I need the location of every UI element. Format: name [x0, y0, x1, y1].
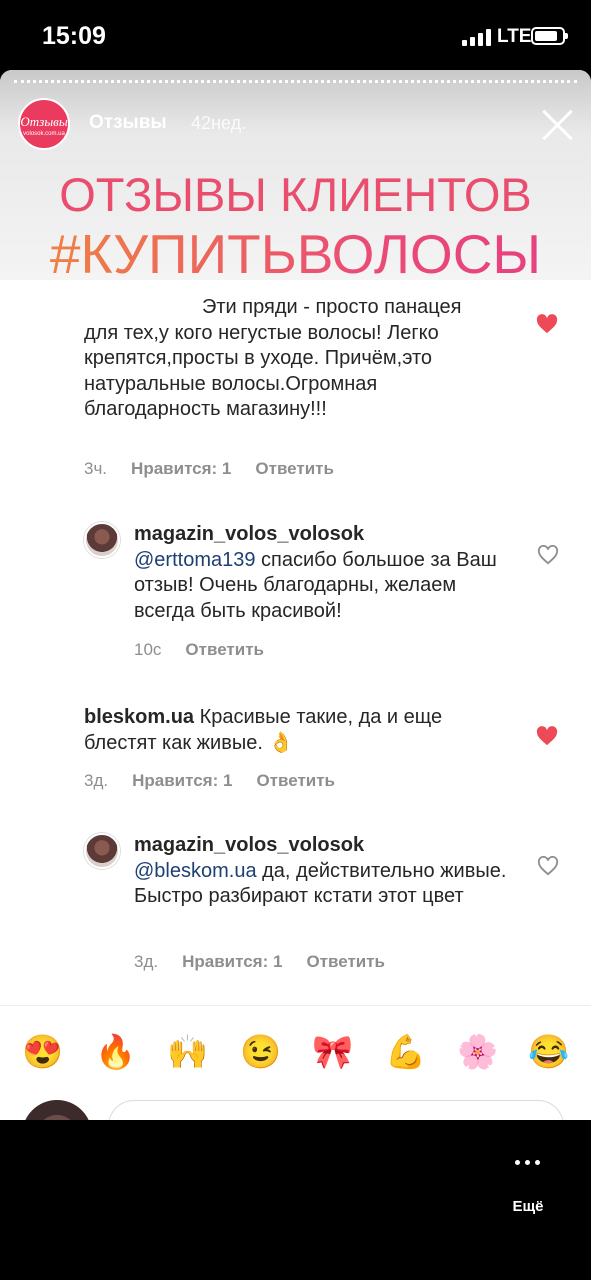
story-progress-bar: [14, 80, 577, 83]
cellular-signal-icon: [462, 28, 492, 46]
comment-input[interactable]: [108, 1100, 564, 1120]
status-bar: 15:09 LTE: [0, 0, 591, 70]
more-label: Ещё: [512, 1198, 544, 1215]
comment-time: 3д.: [84, 771, 109, 790]
comment-username[interactable]: magazin_volos_volosok: [134, 523, 364, 545]
comment-4-meta: 3д. Нравится: 1 Ответить: [134, 952, 409, 972]
emoji-blossom[interactable]: 🌸: [457, 1034, 498, 1070]
headline-hashtag: #КУПИТЬВОЛОСЫ: [0, 227, 591, 282]
reply-button[interactable]: Ответить: [255, 459, 334, 478]
like-count[interactable]: Нравится: 1: [132, 771, 232, 790]
emoji-fire[interactable]: 🔥: [95, 1034, 136, 1070]
story-background: Отзывы volosok.com.ua Отзывы 42нед. ОТЗЫ…: [0, 70, 591, 282]
emoji-flexed-biceps[interactable]: 💪: [385, 1034, 426, 1070]
comment-3-meta: 3д. Нравится: 1 Ответить: [84, 771, 359, 791]
comment-username[interactable]: magazin_volos_volosok: [134, 834, 364, 856]
comment-1-meta: 3ч. Нравится: 1 Ответить: [84, 459, 358, 479]
network-type: LTE: [497, 26, 532, 47]
more-button[interactable]: Ещё: [500, 1156, 556, 1220]
emoji-ribbon[interactable]: 🎀: [312, 1034, 353, 1070]
comment-time: 3д.: [134, 952, 159, 971]
comment-time: 3ч.: [84, 459, 108, 478]
like-count[interactable]: Нравится: 1: [182, 952, 282, 971]
reply-avatar[interactable]: [84, 522, 120, 558]
logo-subtext: volosok.com.ua: [23, 131, 65, 137]
reply-button[interactable]: Ответить: [306, 952, 385, 971]
comment-mention[interactable]: @bleskom.ua: [134, 860, 257, 882]
more-dots-icon: [515, 1160, 541, 1166]
account-avatar[interactable]: Отзывы volosok.com.ua: [18, 98, 70, 150]
reply-button[interactable]: Ответить: [256, 771, 335, 790]
emoji-tears-of-joy[interactable]: 😂: [528, 1034, 569, 1070]
reply-button[interactable]: Ответить: [185, 640, 264, 659]
heart-filled-icon[interactable]: [536, 314, 558, 334]
heart-outline-icon[interactable]: [537, 545, 559, 565]
comments-list: Эти пряди - просто панацея для тех,у ког…: [0, 280, 591, 1005]
heart-filled-icon[interactable]: [536, 726, 558, 746]
comment-4-body: magazin_volos_volosok @bleskom.ua да, де…: [134, 833, 514, 910]
logo-text: Отзывы: [20, 114, 68, 129]
emoji-reaction-bar: 😍 🔥 🙌 😉 🎀 💪 🌸 😂: [0, 1005, 591, 1085]
comment-2-body: magazin_volos_volosok @erttoma139 спасиб…: [134, 522, 514, 624]
like-count[interactable]: Нравится: 1: [131, 459, 231, 478]
comment-1-text: Эти пряди - просто панацея для тех,у ког…: [84, 296, 462, 420]
reply-avatar[interactable]: [84, 833, 120, 869]
emoji-heart-eyes[interactable]: 😍: [22, 1034, 63, 1070]
story-view: Отзывы volosok.com.ua Отзывы 42нед. ОТЗЫ…: [0, 70, 591, 1120]
emoji-raised-hands[interactable]: 🙌: [167, 1034, 208, 1070]
comment-time: 10с: [134, 640, 162, 659]
heart-outline-icon[interactable]: [537, 856, 559, 876]
battery-icon: [531, 27, 568, 45]
composer-avatar: [22, 1100, 92, 1120]
close-icon[interactable]: [540, 108, 574, 142]
comment-3-body: bleskom.ua Красивые такие, да и еще блес…: [84, 705, 494, 756]
emoji-wink[interactable]: 😉: [240, 1034, 281, 1070]
comment-2-meta: 10с Ответить: [134, 640, 288, 660]
comment-username[interactable]: bleskom.ua: [84, 706, 194, 728]
status-time: 15:09: [42, 22, 106, 50]
headline-reviews: ОТЗЫВЫ КЛИЕНТОВ: [59, 168, 532, 221]
story-time: 42нед.: [191, 113, 247, 133]
account-name[interactable]: Отзывы: [89, 112, 167, 134]
comment-mention[interactable]: @erttoma139: [134, 549, 255, 571]
